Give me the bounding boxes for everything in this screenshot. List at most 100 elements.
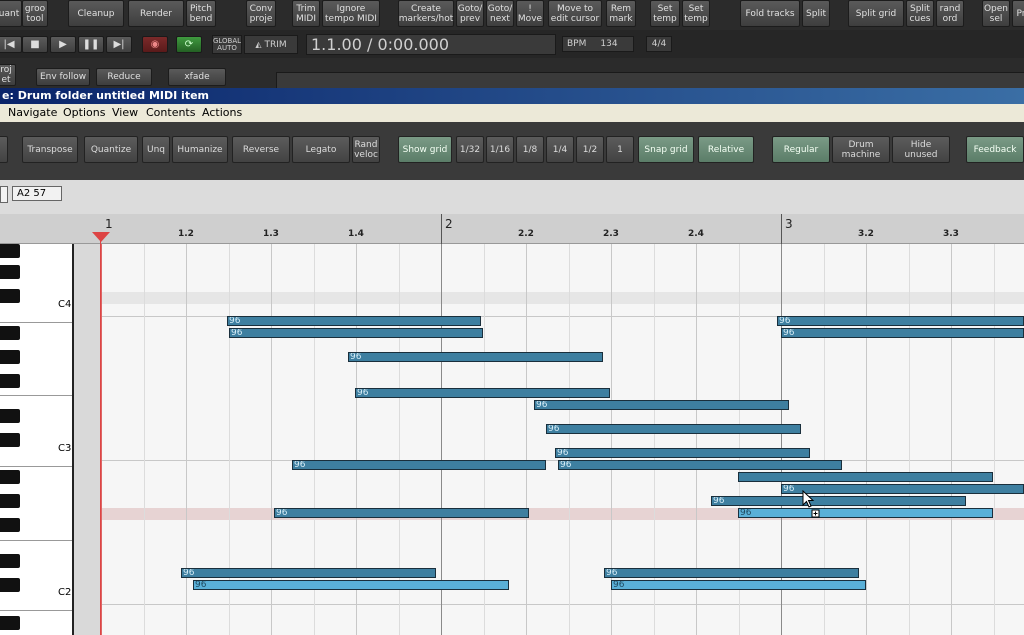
hide-unused-button[interactable]: Hide unused (892, 136, 950, 163)
midi-note[interactable]: 96 (355, 388, 610, 398)
project-button[interactable]: roj et (0, 64, 16, 86)
cleanup-button[interactable]: Cleanup (68, 0, 124, 27)
show-grid-toggle[interactable]: Show grid (398, 136, 452, 163)
reverse-button[interactable]: Reverse (232, 136, 290, 163)
pause-icon[interactable]: ❚❚ (78, 36, 104, 53)
black-key[interactable] (0, 578, 20, 592)
black-key[interactable] (0, 326, 20, 340)
transpose-button[interactable]: Transpose (22, 136, 78, 163)
playhead-marker-icon[interactable] (92, 232, 110, 242)
grid-1-4-button[interactable]: 1/4 (546, 136, 574, 163)
relative-toggle[interactable]: Relative (698, 136, 754, 163)
black-key[interactable] (0, 470, 20, 484)
midi-note-selected[interactable]: 96 (611, 580, 866, 590)
grid-1-8-button[interactable]: 1/8 (516, 136, 544, 163)
menu-contents[interactable]: Contents (146, 106, 195, 119)
piano-keyboard[interactable]: C4 C3 C2 (0, 244, 74, 635)
humanize-button[interactable]: Humanize (172, 136, 228, 163)
midi-note[interactable]: 96 (227, 316, 481, 326)
black-key[interactable] (0, 350, 20, 364)
midi-note[interactable]: 96 (711, 496, 966, 506)
menu-navigate[interactable]: Navigate (8, 106, 57, 119)
midi-note[interactable]: 96 (229, 328, 483, 338)
snap-grid-toggle[interactable]: Snap grid (638, 136, 694, 163)
quantize-action-button[interactable]: uant (0, 0, 22, 27)
rewind-icon[interactable]: |◀ (0, 36, 22, 53)
midi-note[interactable]: 96 (777, 316, 1024, 326)
goto-next-button[interactable]: Goto/ next (486, 0, 514, 27)
midi-note[interactable]: 96 (348, 352, 603, 362)
black-key[interactable] (0, 518, 20, 532)
bpm-display[interactable]: BPM 134 (562, 36, 634, 52)
midi-note[interactable]: 96 (292, 460, 546, 470)
time-signature-display[interactable]: 4/4 (646, 36, 672, 52)
grid-1-button[interactable]: 1 (606, 136, 634, 163)
midi-note[interactable]: 96 (558, 460, 842, 470)
midi-note[interactable]: 96 (274, 508, 529, 518)
black-key[interactable] (0, 433, 20, 447)
fold-tracks-button[interactable]: Fold tracks (740, 0, 800, 27)
move-to-edit-cursor-button[interactable]: Move to edit cursor (548, 0, 602, 27)
left-field[interactable] (0, 186, 8, 203)
quantize-button[interactable]: Quantize (84, 136, 138, 163)
feedback-toggle[interactable]: Feedback (966, 136, 1024, 163)
pitch-bend-button[interactable]: Pitch bend (186, 0, 216, 27)
record-icon[interactable]: ◉ (142, 36, 168, 53)
random-velocity-button[interactable]: Rand veloc (352, 136, 380, 163)
trim-midi-button[interactable]: Trim MIDI (292, 0, 320, 27)
note-info-field[interactable]: A2 57 (12, 186, 62, 201)
midi-note[interactable]: 96 (604, 568, 859, 578)
reduce-button[interactable]: Reduce (96, 68, 152, 86)
midi-note[interactable]: 96 (546, 424, 801, 434)
menu-view[interactable]: View (112, 106, 138, 119)
render-button[interactable]: Render (128, 0, 184, 27)
forward-icon[interactable]: ▶| (106, 36, 132, 53)
menu-actions[interactable]: Actions (202, 106, 242, 119)
black-key[interactable] (0, 494, 20, 508)
midi-note[interactable] (738, 472, 993, 482)
open-selected-button[interactable]: Open sel (982, 0, 1010, 27)
ignore-tempo-midi-button[interactable]: Ignore tempo MIDI (322, 0, 380, 27)
play-icon[interactable]: ▶ (50, 36, 76, 53)
stop-icon[interactable]: ■ (22, 36, 48, 53)
remove-marker-button[interactable]: Rem mark (606, 0, 636, 27)
set-tempo-button[interactable]: Set temp (650, 0, 680, 27)
midi-note-selected[interactable]: 96 (193, 580, 509, 590)
overflow-button[interactable]: Pr (1012, 0, 1024, 27)
black-key[interactable] (0, 616, 20, 630)
set-tempo-button-2[interactable]: Set temp (682, 0, 710, 27)
grid-1-32-button[interactable]: 1/32 (456, 136, 484, 163)
black-key[interactable] (0, 244, 20, 258)
loop-icon[interactable]: ⟳ (176, 36, 202, 53)
move-button[interactable]: ! Move (516, 0, 544, 27)
midi-note[interactable]: 96 (181, 568, 436, 578)
split-grid-button[interactable]: Split grid (848, 0, 904, 27)
legato-button[interactable]: Legato (292, 136, 350, 163)
black-key[interactable] (0, 374, 20, 388)
trim-mode-button[interactable]: ◭ TRIM (244, 35, 298, 54)
black-key[interactable] (0, 265, 20, 279)
convert-project-button[interactable]: Conv proje (246, 0, 276, 27)
groove-tool-button[interactable]: groo tool (22, 0, 48, 27)
regular-mode-toggle[interactable]: Regular (772, 136, 830, 163)
split-button[interactable]: Split (802, 0, 830, 27)
timeline-ruler[interactable]: 1 2 3 1.2 1.3 1.4 2.2 2.3 2.4 3.2 3.3 (0, 214, 1024, 244)
black-key[interactable] (0, 554, 20, 568)
midi-note-selected[interactable]: 96 (738, 508, 993, 518)
black-key[interactable] (0, 289, 20, 303)
grid-1-16-button[interactable]: 1/16 (486, 136, 514, 163)
create-markers-button[interactable]: Create markers/hot (398, 0, 454, 27)
midi-note[interactable]: 96 (534, 400, 789, 410)
unquantize-button[interactable]: Unq (142, 136, 170, 163)
toolbar-edge-button[interactable] (0, 136, 8, 163)
goto-prev-button[interactable]: Goto/ prev (456, 0, 484, 27)
xfade-button[interactable]: xfade (168, 68, 226, 86)
midi-note[interactable]: 96 (555, 448, 810, 458)
drum-machine-button[interactable]: Drum machine (832, 136, 890, 163)
midi-note[interactable]: 96 (781, 328, 1024, 338)
global-auto-button[interactable]: GLOBAL AUTO (212, 35, 242, 54)
menu-options[interactable]: Options (63, 106, 105, 119)
env-follow-button[interactable]: Env follow (36, 68, 90, 86)
note-grid[interactable]: 96 96 96 96 96 96 96 96 96 96 96 96 96 9… (102, 244, 1024, 635)
grid-1-2-button[interactable]: 1/2 (576, 136, 604, 163)
